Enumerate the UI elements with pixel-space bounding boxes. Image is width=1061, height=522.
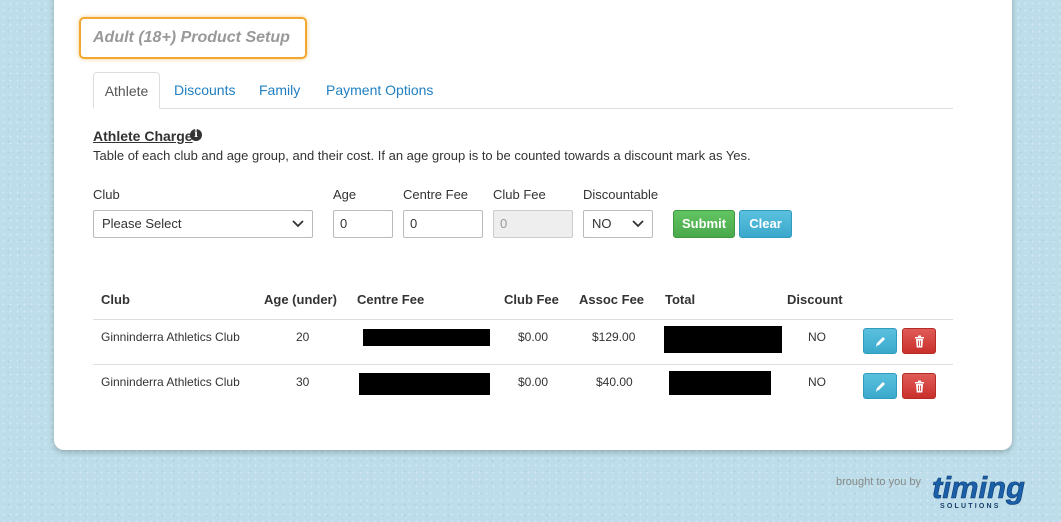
row-club: Ginninderra Athletics Club <box>101 375 240 389</box>
column-header-age: Age (under) <box>264 292 337 307</box>
club-select-value: Please Select <box>102 216 182 231</box>
redacted-centre-fee <box>359 373 490 395</box>
club-fee-input: 0 <box>493 210 573 238</box>
centre-fee-input[interactable]: 0 <box>403 210 483 238</box>
column-header-discount: Discount <box>787 292 843 307</box>
column-header-club-fee: Club Fee <box>504 292 559 307</box>
pencil-icon <box>876 382 885 392</box>
club-fee-label: Club Fee <box>493 187 546 202</box>
club-label: Club <box>93 187 120 202</box>
row-age: 20 <box>296 330 310 344</box>
row-discount: NO <box>808 330 826 344</box>
product-setup-card: Adult (18+) Product Setup Athlete Discou… <box>54 0 1012 450</box>
row-club: Ginninderra Athletics Club <box>101 330 240 344</box>
column-header-club: Club <box>101 292 130 307</box>
tab-family[interactable]: Family <box>259 72 300 108</box>
page-title-highlight: Adult (18+) Product Setup <box>79 17 307 59</box>
brought-to-you-by-text: brought to you by <box>836 476 922 488</box>
info-circle-icon[interactable]: i <box>190 129 202 141</box>
redacted-total <box>664 326 782 353</box>
edit-button[interactable] <box>863 328 897 354</box>
row-age: 30 <box>296 375 310 389</box>
tab-discounts[interactable]: Discounts <box>174 72 235 108</box>
submit-button[interactable]: Submit <box>673 210 735 238</box>
centre-fee-label: Centre Fee <box>403 187 469 202</box>
age-input-value: 0 <box>340 216 348 231</box>
age-input[interactable]: 0 <box>333 210 393 238</box>
tab-family-label: Family <box>259 82 301 98</box>
discountable-select[interactable]: NO <box>583 210 653 238</box>
athlete-charge-heading: Athlete Charge <box>93 128 193 144</box>
trash-icon <box>915 335 924 348</box>
clear-button[interactable]: Clear <box>739 210 792 238</box>
tab-payment-options[interactable]: Payment Options <box>326 72 433 108</box>
tab-bar: Athlete Discounts Family Payment Options <box>93 72 953 109</box>
redacted-centre-fee <box>363 329 490 346</box>
row-assoc-fee: $129.00 <box>592 330 636 344</box>
chevron-down-icon <box>292 220 304 228</box>
discountable-label: Discountable <box>583 187 659 202</box>
redacted-total <box>669 371 771 395</box>
tab-athlete[interactable]: Athlete <box>93 72 160 109</box>
timing-solutions-logo[interactable]: timing SOLUTIONS <box>930 468 1035 510</box>
tab-athlete-label: Athlete <box>104 83 149 99</box>
club-select[interactable]: Please Select <box>93 210 313 238</box>
row-assoc-fee: $40.00 <box>596 375 633 389</box>
club-fee-input-value: 0 <box>500 216 508 231</box>
centre-fee-input-value: 0 <box>410 216 418 231</box>
discountable-select-value: NO <box>592 216 612 231</box>
column-header-assoc-fee: Assoc Fee <box>579 292 645 307</box>
row-club-fee: $0.00 <box>518 330 549 344</box>
tab-discounts-label: Discounts <box>174 82 236 98</box>
table-divider <box>93 364 953 365</box>
logo-text: timing <box>932 470 1025 505</box>
pencil-icon <box>876 337 885 347</box>
athlete-charge-description: Table of each club and age group, and th… <box>93 148 751 163</box>
column-header-centre-fee: Centre Fee <box>357 292 425 307</box>
table-divider <box>93 319 953 320</box>
column-header-total: Total <box>665 292 696 307</box>
logo-subtext: SOLUTIONS <box>940 503 1001 510</box>
row-club-fee: $0.00 <box>518 375 549 389</box>
tab-payment-options-label: Payment Options <box>326 82 434 98</box>
chevron-down-icon <box>632 220 644 228</box>
age-label: Age <box>333 187 357 202</box>
row-discount: NO <box>808 375 826 389</box>
trash-icon <box>915 380 924 393</box>
delete-button[interactable] <box>902 328 936 354</box>
page-title: Adult (18+) Product Setup <box>93 29 290 46</box>
delete-button[interactable] <box>902 373 936 399</box>
edit-button[interactable] <box>863 373 897 399</box>
